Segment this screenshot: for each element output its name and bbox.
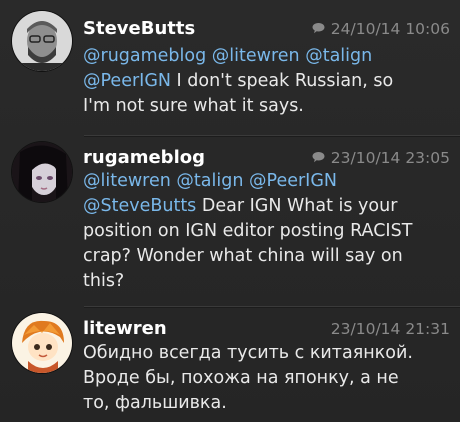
tweet-text-segment: position on IGN editor posting RACIST [83,221,413,241]
tweet-text-segment: Вроде бы, похожа на японку, а не [83,368,399,388]
avatar-litewren[interactable] [12,313,72,373]
mention-link[interactable]: @litewren [212,46,300,66]
tweet-3[interactable]: litewren 23/10/14 21:31 Обидно всегда ту… [0,307,460,422]
tweet-text-segment: Обидно всегда тусить с китаянкой. [83,343,413,363]
speech-bubble-icon [312,149,325,167]
avatar-rugameblog-image [12,142,72,202]
tweet-text-segment: I'm not sure what it says. [83,96,304,116]
mention-link[interactable]: @PeerIGN [249,171,337,191]
tweet-2-text: @litewren @talign @PeerIGN @SteveButts De… [83,169,455,294]
tweet-text-line: position on IGN editor posting RACIST [83,219,455,244]
tweet-2-meta: 23/10/14 23:05 [312,149,450,167]
tweet-text-segment: то, фальшивка. [83,393,227,413]
tweet-text-line: @PeerIGN I don't speak Russian, so [83,69,455,94]
tweet-1[interactable]: SteveButts 24/10/14 10:06 @rugameblog @l… [0,0,460,135]
tweet-text-line: I'm not sure what it says. [83,94,455,119]
tweet-text-line: @SteveButts Dear IGN What is your [83,194,455,219]
tweet-text-line: crap? Wonder what china will say on [83,244,455,269]
tweet-3-meta: 23/10/14 21:31 [331,320,450,338]
avatar-rugameblog[interactable] [12,142,72,202]
tweet-1-username[interactable]: SteveButts [83,18,195,39]
tweet-3-username[interactable]: litewren [83,318,167,339]
mention-link[interactable]: @litewren [83,171,171,191]
speech-bubble-icon [312,20,325,38]
tweet-2-timestamp: 23/10/14 23:05 [330,149,450,167]
avatar-stevebutts-image [12,11,72,71]
tweet-feed: SteveButts 24/10/14 10:06 @rugameblog @l… [0,0,460,422]
tweet-1-text: @rugameblog @litewren @talign @PeerIGN I … [83,44,455,119]
tweet-2-username[interactable]: rugameblog [83,147,205,168]
tweet-text-line: @rugameblog @litewren @talign [83,44,455,69]
tweet-2[interactable]: rugameblog 23/10/14 23:05 @litewren @tal… [0,136,460,306]
tweet-text-segment: this? [83,271,125,291]
tweet-text-segment: Dear IGN What is your [196,196,398,216]
mention-link[interactable]: @talign [305,46,372,66]
avatar-stevebutts[interactable] [12,11,72,71]
tweet-3-timestamp: 23/10/14 21:31 [330,320,450,338]
mention-link[interactable]: @PeerIGN [83,71,171,91]
mention-link[interactable]: @SteveButts [83,196,196,216]
tweet-1-timestamp: 24/10/14 10:06 [330,20,450,38]
tweet-text-segment: I don't speak Russian, so [170,71,394,91]
tweet-text-line: Обидно всегда тусить с китаянкой. [83,341,455,366]
tweet-text-line: @litewren @talign @PeerIGN [83,169,455,194]
tweet-text-line: Вроде бы, похожа на японку, а не [83,366,455,391]
tweet-text-line: то, фальшивка. [83,391,455,416]
tweet-text-segment: crap? Wonder what china will say on [83,246,403,266]
mention-link[interactable]: @rugameblog [83,46,206,66]
avatar-litewren-image [12,313,72,373]
tweet-1-meta: 24/10/14 10:06 [312,20,450,38]
tweet-text-line: this? [83,269,455,294]
mention-link[interactable]: @talign [176,171,243,191]
tweet-3-text: Обидно всегда тусить с китаянкой. Вроде б… [83,341,455,416]
